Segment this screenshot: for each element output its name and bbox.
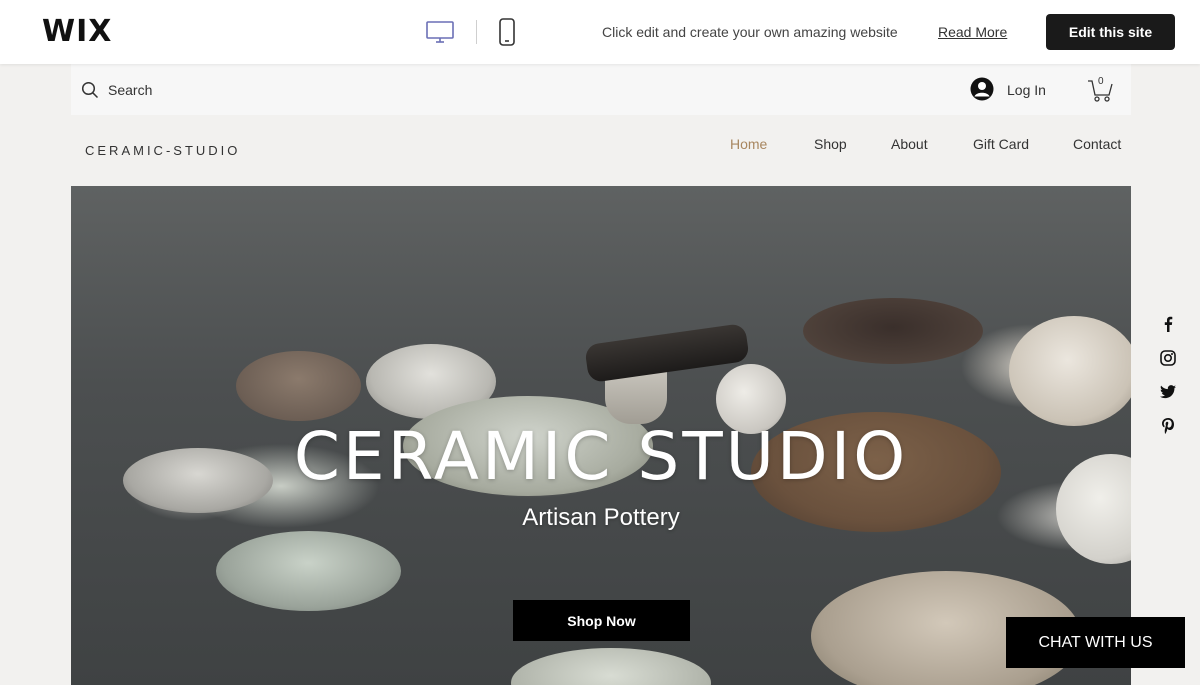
mobile-icon[interactable] bbox=[498, 18, 516, 46]
pinterest-icon[interactable] bbox=[1158, 416, 1178, 436]
avatar-icon[interactable] bbox=[970, 77, 994, 101]
wix-top-bar: WIX Click edit and create your own amazi… bbox=[0, 0, 1200, 64]
login-link[interactable]: Log In bbox=[1007, 82, 1046, 98]
hero-banner: CERAMIC STUDIO Artisan Pottery Shop Now bbox=[71, 186, 1131, 685]
chat-button[interactable]: CHAT WITH US bbox=[1006, 617, 1185, 668]
promo-text: Click edit and create your own amazing w… bbox=[602, 24, 898, 40]
hero-subtitle: Artisan Pottery bbox=[522, 504, 680, 531]
search-input[interactable]: Search bbox=[108, 82, 152, 98]
search-icon[interactable] bbox=[81, 81, 99, 99]
hero-bowl-shape bbox=[236, 351, 361, 421]
hero-bowl-shape bbox=[1009, 316, 1131, 426]
nav-home[interactable]: Home bbox=[730, 136, 767, 152]
desktop-icon[interactable] bbox=[426, 20, 454, 44]
nav-contact[interactable]: Contact bbox=[1073, 136, 1121, 152]
nav-about[interactable]: About bbox=[891, 136, 928, 152]
hero-title: CERAMIC STUDIO bbox=[293, 418, 909, 495]
site-utility-bar: Search Log In 0 bbox=[71, 64, 1131, 115]
nav-gift-card[interactable]: Gift Card bbox=[973, 136, 1029, 152]
site-brand[interactable]: CERAMIC-STUDIO bbox=[85, 143, 240, 158]
twitter-icon[interactable] bbox=[1158, 382, 1178, 402]
instagram-icon[interactable] bbox=[1158, 348, 1178, 368]
nav-shop[interactable]: Shop bbox=[814, 136, 847, 152]
cart-count: 0 bbox=[1098, 76, 1104, 87]
social-bar bbox=[1158, 314, 1178, 450]
device-separator bbox=[476, 20, 477, 44]
read-more-link[interactable]: Read More bbox=[938, 24, 1007, 40]
shop-now-button[interactable]: Shop Now bbox=[513, 600, 690, 641]
wix-logo[interactable]: WIX bbox=[42, 14, 112, 49]
edit-site-button[interactable]: Edit this site bbox=[1046, 14, 1175, 50]
hero-bowl-shape bbox=[511, 648, 711, 685]
facebook-icon[interactable] bbox=[1158, 314, 1178, 334]
hero-plate-shape bbox=[803, 298, 983, 364]
hero-bowl-shape bbox=[216, 531, 401, 611]
